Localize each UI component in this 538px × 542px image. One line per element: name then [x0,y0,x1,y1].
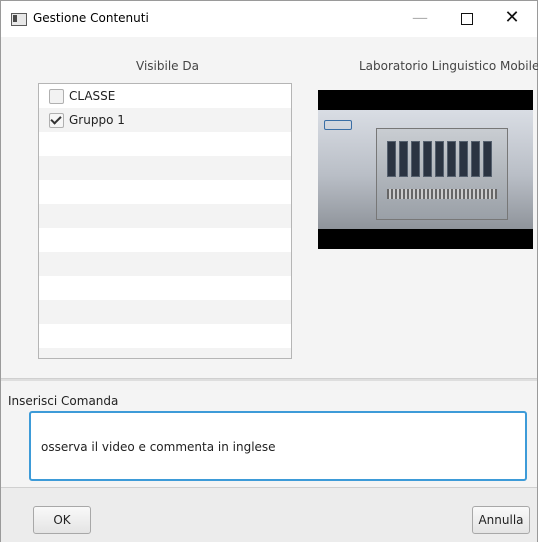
empty-row [39,252,291,276]
content-area: Visibile Da Laboratorio Linguistico Mobi… [1,37,538,378]
command-input[interactable]: osserva il video e commenta in inglese [29,411,527,481]
command-label: Inserisci Comanda [8,394,119,408]
video-preview[interactable] [318,90,533,249]
command-input-value: osserva il video e commenta in inglese [41,440,276,454]
video-title: Laboratorio Linguistico Mobile [359,59,538,73]
list-item-label: Gruppo 1 [69,113,125,127]
visibility-list[interactable]: CLASSE Gruppo 1 [38,83,292,359]
tablet-shape [447,141,456,177]
tablet-shape [471,141,480,177]
empty-row [39,348,291,358]
splitter[interactable] [1,378,537,381]
tablet-shape [399,141,408,177]
title-bar[interactable]: Gestione Contenuti — ✕ [1,1,537,37]
empty-row [39,180,291,204]
maximize-icon [461,13,473,25]
list-item-label: CLASSE [69,89,116,103]
list-item[interactable]: CLASSE [39,84,291,108]
window-title: Gestione Contenuti [33,11,149,25]
button-bar: OK Annulla [1,487,537,542]
cancel-button[interactable]: Annulla [472,506,530,534]
empty-row [39,132,291,156]
maximize-button[interactable] [443,1,489,37]
minimize-button[interactable]: — [397,1,443,37]
charging-cart-image [376,128,508,220]
empty-row [39,324,291,348]
close-button[interactable]: ✕ [489,1,535,37]
empty-row [39,204,291,228]
tablet-shape [387,141,396,177]
ok-button[interactable]: OK [33,506,91,534]
tablet-shape [483,141,492,177]
tablet-shape [423,141,432,177]
brand-logo [324,120,352,130]
tablet-shape [459,141,468,177]
cart-grill [387,189,497,199]
dialog-window: Gestione Contenuti — ✕ Visibile Da Labor… [0,0,538,542]
empty-row [39,156,291,180]
checkbox-classe[interactable] [49,89,64,104]
empty-row [39,228,291,252]
empty-row [39,300,291,324]
checkbox-gruppo-1[interactable] [49,113,64,128]
tablet-shape [411,141,420,177]
app-window-icon [11,13,27,26]
close-icon: ✕ [504,7,520,28]
list-item[interactable]: Gruppo 1 [39,108,291,132]
visibility-header: Visibile Da [136,59,199,73]
tablet-shape [435,141,444,177]
empty-row [39,276,291,300]
video-frame [318,110,533,229]
